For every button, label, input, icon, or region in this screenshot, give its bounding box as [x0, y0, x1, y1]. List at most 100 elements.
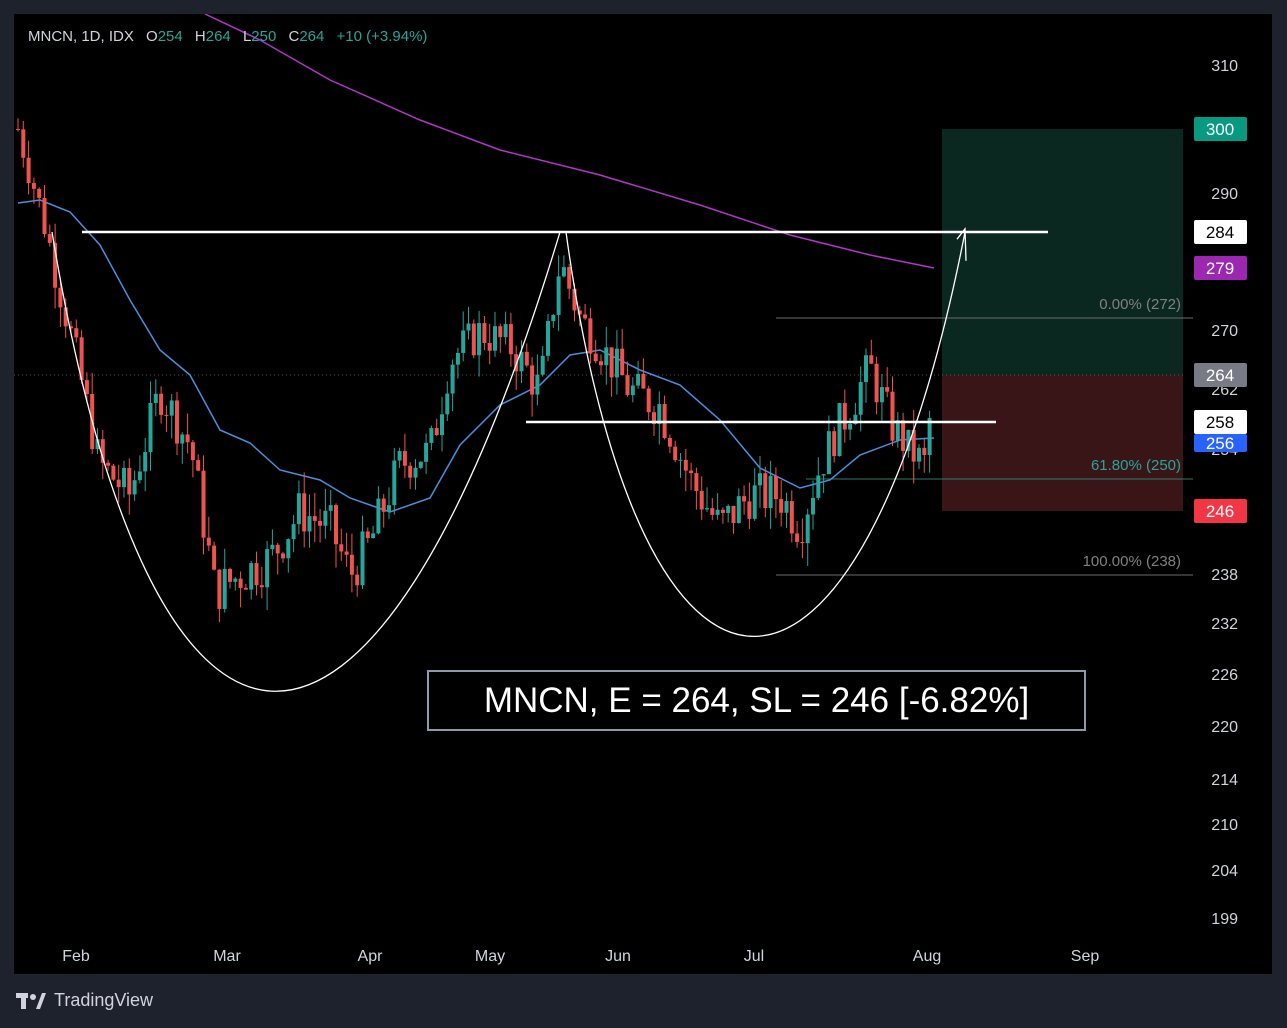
x-tick-label: Jul — [744, 948, 764, 965]
y-tick-label: 270 — [1211, 323, 1238, 340]
x-tick-label: Aug — [913, 948, 941, 965]
candle-body — [137, 471, 142, 481]
candle-body — [710, 508, 715, 515]
candle-body — [646, 388, 651, 413]
change-value: +10 (+3.94%) — [336, 28, 428, 45]
candle-body — [927, 417, 932, 455]
candle-body — [434, 428, 439, 436]
candle-body — [281, 553, 285, 559]
candle-body — [811, 497, 815, 515]
x-tick-label: Mar — [213, 948, 241, 965]
cup-curve — [51, 231, 561, 692]
candle-body — [26, 157, 31, 184]
candle-body — [254, 563, 259, 586]
candle-body — [524, 351, 529, 366]
candle-body — [832, 431, 837, 457]
candle-body — [143, 452, 148, 472]
candle-body — [249, 563, 254, 590]
chart-frame[interactable]: 0.00% (272) 61.80% (250) 100.00% (238) 310 2… — [14, 14, 1272, 974]
candle-body — [376, 498, 381, 534]
candle-body — [736, 496, 741, 523]
candle-body — [196, 460, 201, 471]
candle-body — [720, 509, 725, 513]
candle-body — [159, 393, 164, 415]
candle-body — [323, 510, 328, 526]
candle-body — [699, 490, 704, 510]
candle-body — [74, 328, 79, 338]
candle-body — [609, 347, 614, 378]
candle-body — [42, 197, 47, 235]
candle-body — [869, 355, 874, 364]
close-value: 264 — [299, 28, 325, 45]
candle-body — [21, 129, 26, 158]
candle-body — [349, 554, 354, 575]
candle-body — [164, 414, 169, 416]
candle-body — [455, 352, 460, 365]
candle-body — [206, 537, 211, 546]
price-badge-label: 284 — [1206, 223, 1234, 242]
candle-body — [678, 459, 683, 461]
price-chart[interactable]: 0.00% (272) 61.80% (250) 100.00% (238) 310 2… — [14, 14, 1272, 974]
symbol-label: MNCN, 1D, IDX — [28, 28, 134, 45]
candle-body — [291, 524, 296, 540]
candle-body — [344, 551, 349, 555]
candle-body — [858, 382, 863, 415]
candle-body — [874, 363, 879, 403]
candle-body — [689, 470, 694, 474]
candle-body — [636, 373, 641, 386]
fib-label: 0.00% (272) — [1099, 296, 1181, 313]
y-tick-label: 210 — [1211, 817, 1238, 834]
y-tick-label: 204 — [1211, 863, 1238, 880]
candle-body — [180, 434, 185, 444]
candle-body — [328, 505, 333, 511]
candle-body — [222, 568, 227, 609]
y-tick-label: 232 — [1211, 616, 1238, 633]
candle-body — [556, 276, 561, 315]
candle-body — [185, 434, 190, 443]
candle-body — [535, 374, 540, 395]
y-tick-label: 226 — [1211, 667, 1238, 684]
candle-body — [84, 380, 89, 395]
candle-body — [243, 587, 248, 590]
candle-body — [116, 479, 121, 488]
candle-body — [561, 267, 566, 277]
candle-body — [402, 451, 407, 466]
candle-body — [339, 544, 344, 552]
candle-body — [424, 442, 429, 462]
candle-body — [837, 403, 842, 457]
candle-body — [503, 324, 508, 338]
candle-body — [201, 470, 206, 538]
candle-body — [450, 364, 455, 394]
candle-body — [614, 348, 619, 378]
candle-body — [296, 493, 301, 525]
candle-body — [440, 414, 444, 436]
high-value: 264 — [205, 28, 231, 45]
candle-body — [694, 473, 699, 491]
high-label: H — [194, 28, 206, 45]
x-tick-label: Jun — [605, 948, 631, 965]
price-badge-label: 246 — [1206, 502, 1234, 521]
candle-body — [784, 501, 789, 513]
tradingview-logo[interactable]: TradingView — [16, 990, 153, 1011]
candle-body — [747, 501, 752, 519]
candle-body — [530, 365, 535, 395]
candle-body — [821, 474, 826, 476]
candle-body — [726, 505, 731, 513]
candle-body — [175, 400, 179, 444]
candle-body — [715, 509, 720, 515]
candle-body — [705, 508, 709, 510]
candle-body — [212, 545, 217, 570]
candle-body — [879, 387, 884, 403]
candle-body — [742, 496, 747, 502]
candle-body — [387, 505, 391, 512]
candle-body — [641, 373, 646, 389]
open-label: O — [146, 28, 158, 45]
candle-body — [498, 326, 503, 338]
candle-body — [673, 446, 678, 461]
candle-body — [826, 431, 831, 475]
candle-body — [567, 267, 572, 289]
x-tick-label: Feb — [62, 948, 90, 965]
candle-body — [111, 465, 116, 480]
candle-body — [238, 578, 243, 588]
fib-label: 100.00% (238) — [1083, 553, 1181, 570]
